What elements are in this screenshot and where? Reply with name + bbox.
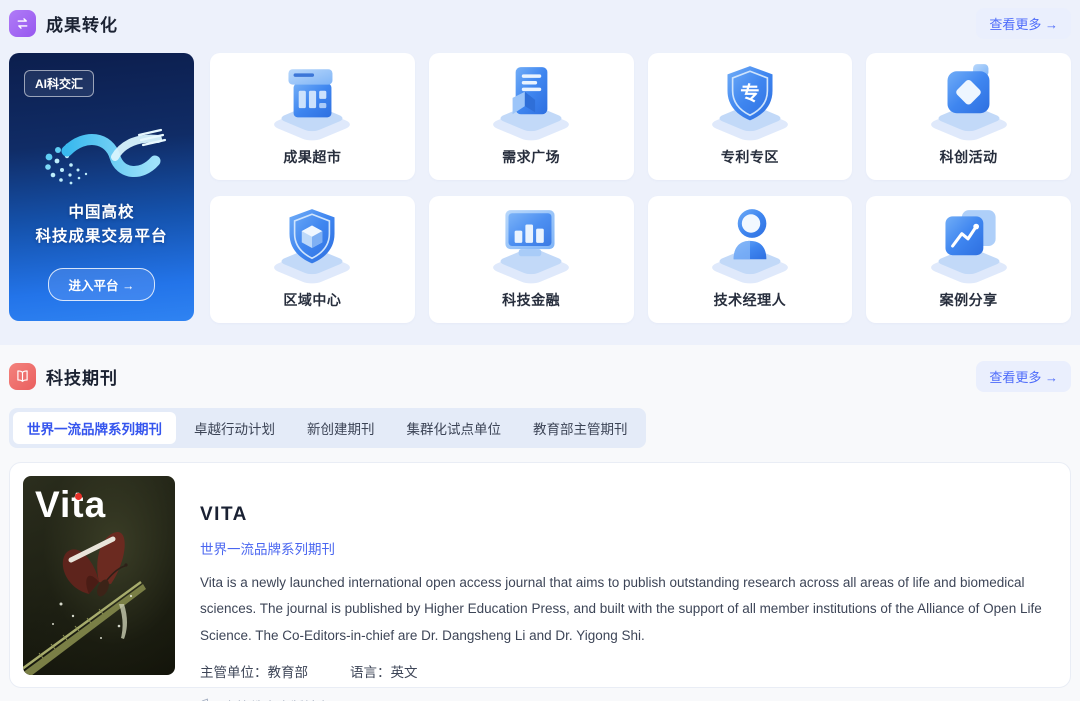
feature-label: 科技金融 [502,290,560,310]
section-header: 成果转化 查看更多 → [9,8,1071,39]
feature-grid: 成果超市 需求广场 [210,53,1071,321]
tab-cluster-pilot[interactable]: 集群化试点单位 [393,412,516,444]
feature-label: 案例分享 [940,290,998,310]
journal-category-link[interactable]: 世界一流品牌系列期刊 [200,538,335,558]
language-field: 语言：英文 [350,661,418,681]
feature-card-tech-finance[interactable]: 科技金融 [429,196,634,323]
case-share-icon [925,202,1013,290]
promo-banner[interactable]: AI科交汇 中国高 [9,53,194,321]
feature-label: 专利专区 [721,147,779,167]
journal-meta: 主管单位：教育部 语言：英文 [200,661,1057,681]
journal-info: VITA 世界一流品牌系列期刊 Vita is a newly launched… [200,476,1057,674]
vita-logo: Vita [35,484,106,526]
manager-person-icon [706,202,794,290]
promo-badge: AI科交汇 [24,70,94,97]
view-more-button[interactable]: 查看更多 → [976,361,1071,392]
page-title: 科技期刊 [46,364,118,389]
feature-label: 技术经理人 [714,290,787,310]
page-title: 成果转化 [46,11,118,36]
tab-excellence-action-plan[interactable]: 卓越行动计划 [180,412,289,444]
activity-cube-icon [925,59,1013,147]
feature-label: 需求广场 [502,147,560,167]
feature-card-innovation-activity[interactable]: 科创活动 [866,53,1071,180]
storefront-icon [268,59,356,147]
svg-text:专: 专 [740,82,759,105]
feature-label: 成果超市 [283,147,341,167]
tab-moe-supervised[interactable]: 教育部主管期刊 [519,412,642,444]
patent-shield-icon: 专 [706,59,794,147]
section-achievement-transformation: 成果转化 查看更多 → AI科交汇 [0,0,1080,345]
journal-title: VITA [200,504,1057,526]
publisher-name: 高等教育出版社有限公司 [223,696,372,701]
feature-label: 科创活动 [940,147,998,167]
platform-logo-icon [27,123,177,200]
feature-card-tech-manager[interactable]: 技术经理人 [648,196,853,323]
transfer-arrows-icon [9,10,36,37]
journal-card-vita[interactable]: Vita VITA 世界一流品牌系列期刊 Vita is a newly lau… [9,462,1071,688]
journal-publisher: 高等教育出版社有限公司 [200,696,1057,701]
journal-description: Vita is a newly launched international o… [200,570,1057,649]
feature-card-demand-plaza[interactable]: 需求广场 [429,53,634,180]
journal-tabs: 世界一流品牌系列期刊 卓越行动计划 新创建期刊 集群化试点单位 教育部主管期刊 [9,408,646,448]
enter-platform-button[interactable]: 进入平台 → [48,268,156,301]
finance-chart-icon [487,202,575,290]
open-book-icon [9,363,36,390]
feature-card-patent-zone[interactable]: 专 专利专区 [648,53,853,180]
view-more-button[interactable]: 查看更多 → [976,8,1071,39]
promo-title: 中国高校 科技成果交易平台 [9,201,194,249]
feature-card-achievement-market[interactable]: 成果超市 [210,53,415,180]
section-header: 科技期刊 查看更多 → [9,361,1071,392]
feature-label: 区域中心 [283,290,341,310]
vita-logo-red-dot [75,493,82,500]
section-tech-journals: 科技期刊 查看更多 → 世界一流品牌系列期刊 卓越行动计划 新创建期刊 集群化试… [0,345,1080,701]
demand-document-icon [487,59,575,147]
journal-cover-image[interactable]: Vita [23,476,175,675]
tab-world-class-brand[interactable]: 世界一流品牌系列期刊 [13,412,176,444]
feature-card-case-sharing[interactable]: 案例分享 [866,196,1071,323]
region-shield-icon [268,202,356,290]
tab-newly-created[interactable]: 新创建期刊 [293,412,389,444]
supervisor-field: 主管单位：教育部 [200,661,308,681]
feature-card-regional-center[interactable]: 区域中心 [210,196,415,323]
top-content: AI科交汇 中国高 [9,53,1071,321]
building-icon [200,697,215,701]
